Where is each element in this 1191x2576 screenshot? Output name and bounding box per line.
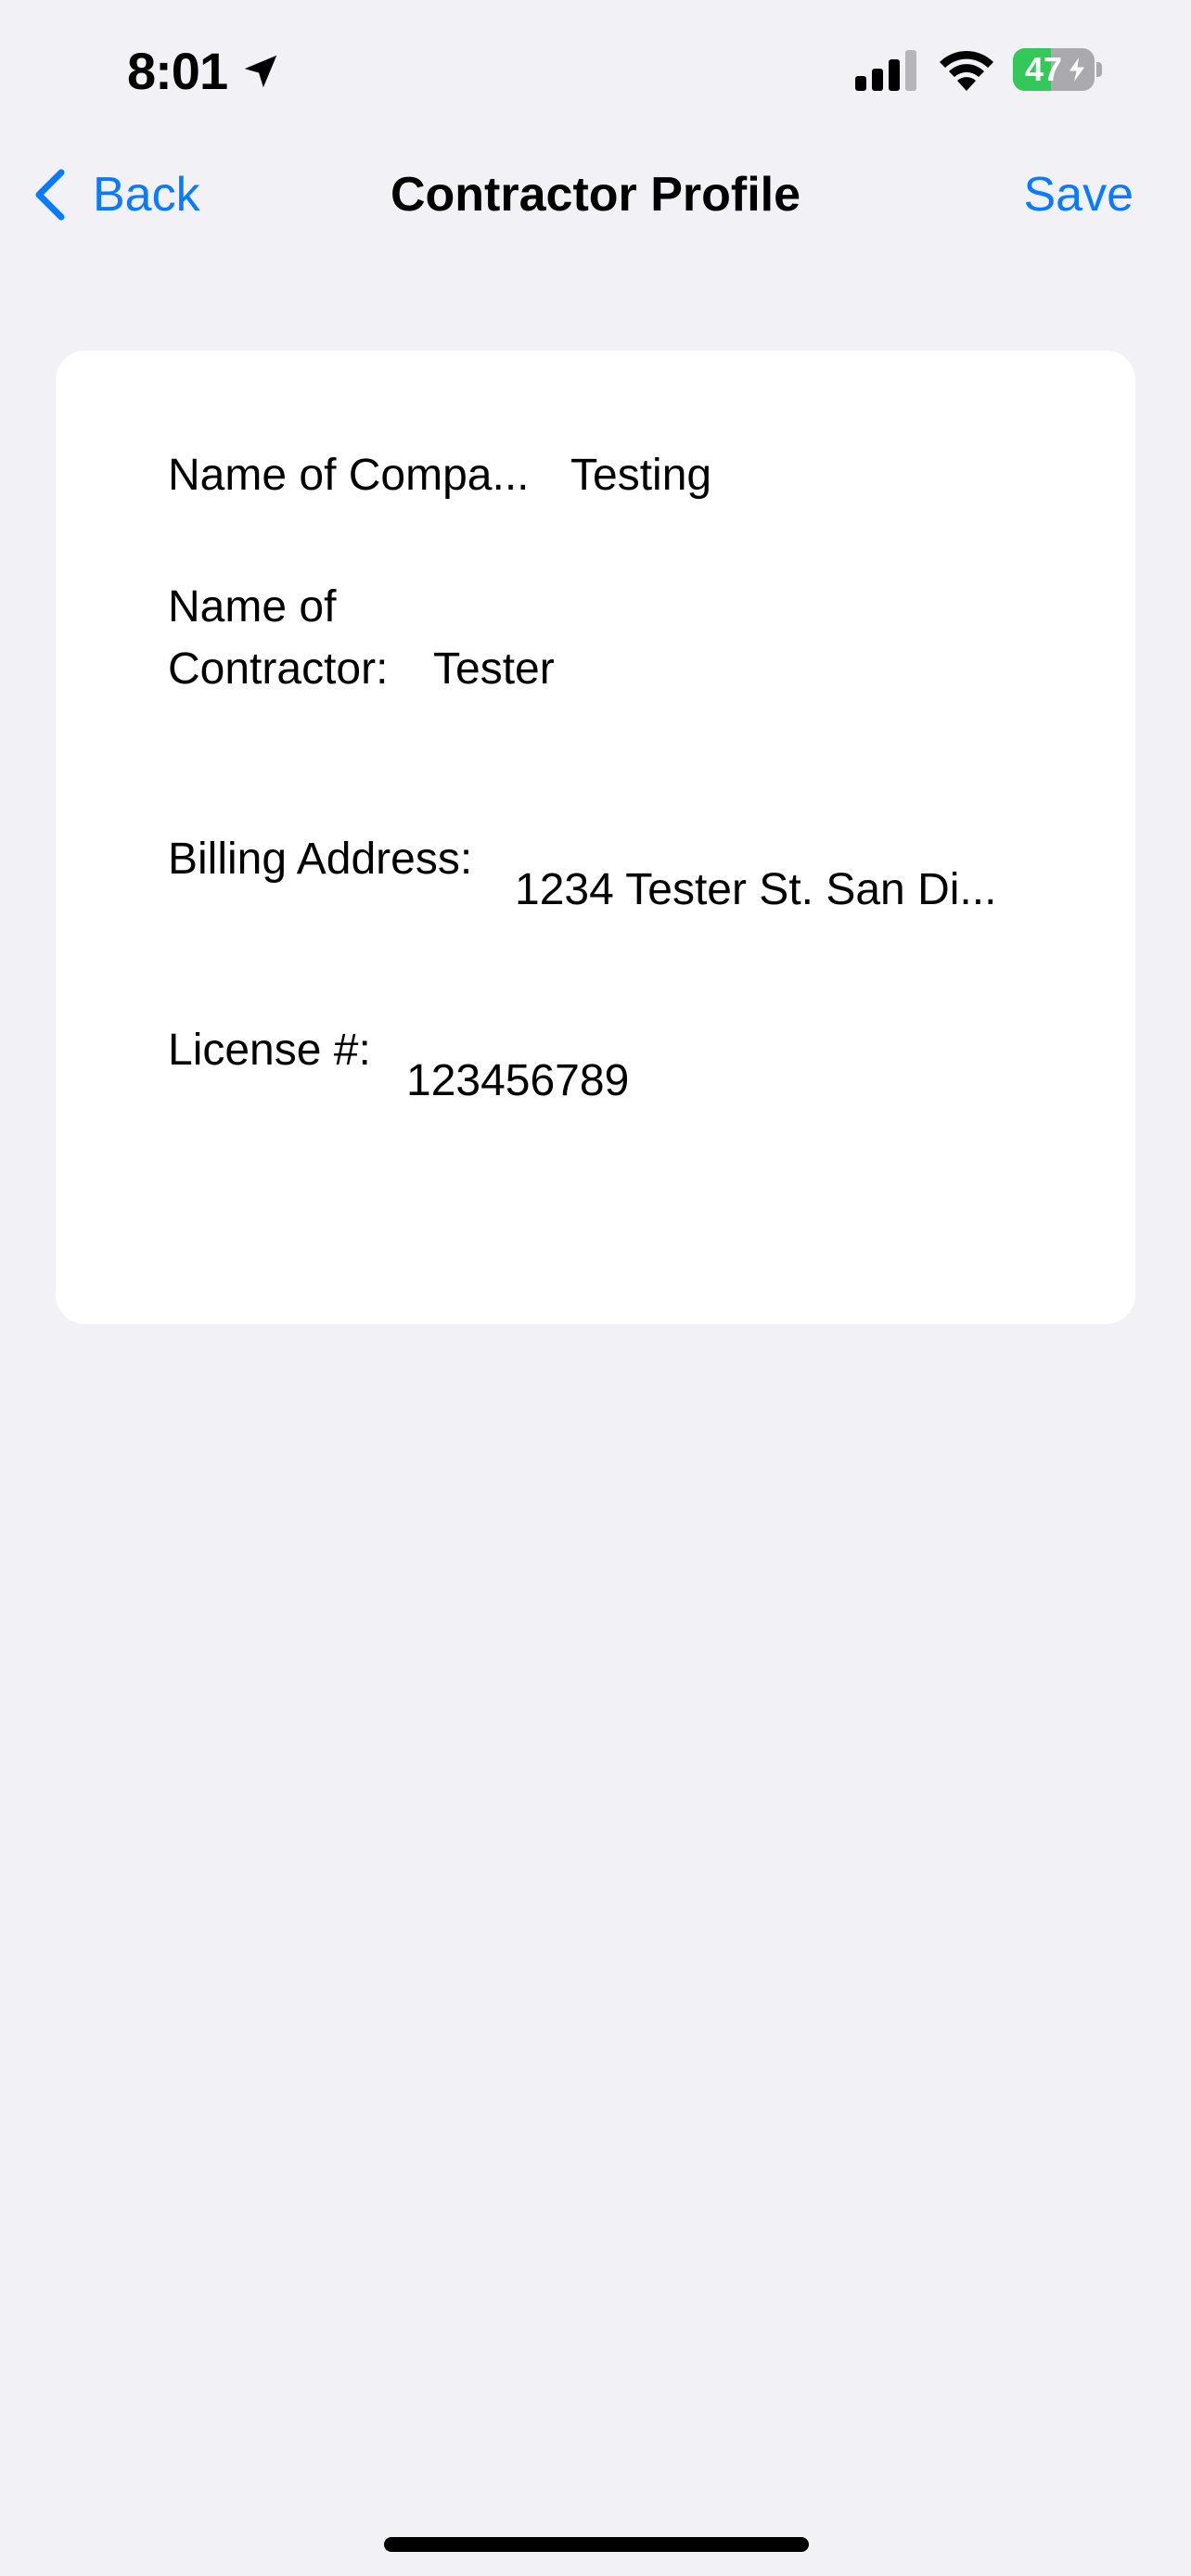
- navigation-bar: Back Contractor Profile Save: [0, 139, 1191, 250]
- status-bar: 8:01 47: [0, 0, 1191, 139]
- license-number-field[interactable]: 123456789: [406, 1051, 629, 1112]
- battery-cap: [1096, 62, 1102, 77]
- contractor-name-field[interactable]: Tester: [433, 639, 555, 700]
- company-name-field[interactable]: Testing: [570, 445, 711, 506]
- license-number-label: License #:: [168, 1026, 371, 1075]
- screen: 8:01 47 Back Contractor Profile Save Nam…: [0, 0, 1191, 2576]
- wifi-icon: [940, 50, 993, 91]
- company-name-label: Name of Compa...: [168, 451, 530, 500]
- home-indicator[interactable]: [384, 2537, 809, 2552]
- contractor-name-label-line1: Name of: [168, 582, 337, 631]
- battery-body: 47: [1013, 48, 1095, 91]
- battery-level: 47: [1024, 50, 1063, 88]
- status-time: 8:01: [127, 42, 228, 100]
- billing-address-label: Billing Address:: [168, 835, 473, 884]
- billing-address-field[interactable]: 1234 Tester St. San Di...: [515, 860, 996, 921]
- location-arrow-icon: [244, 55, 277, 88]
- save-button[interactable]: Save: [1023, 165, 1133, 224]
- battery-indicator: 47: [1013, 48, 1102, 91]
- contractor-name-label-line2: Contractor:: [168, 644, 389, 694]
- profile-card: Name of Compa... Testing Name of Contrac…: [56, 351, 1135, 1324]
- cellular-signal-icon: [855, 50, 916, 91]
- page-title: Contractor Profile: [390, 168, 801, 222]
- bolt-icon: [1068, 56, 1086, 83]
